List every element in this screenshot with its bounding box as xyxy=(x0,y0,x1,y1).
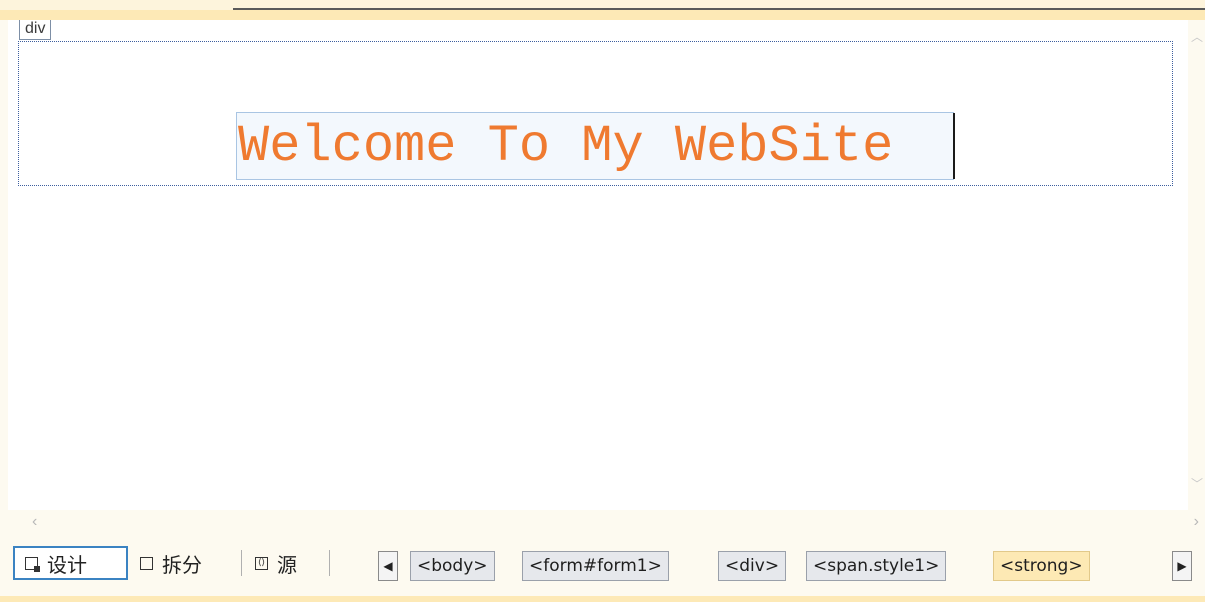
editor-top-band xyxy=(0,10,1205,20)
view-status-bar: 设计 拆分 ⟨⟩ 源 ◀ <body> <form#form1> <div> <… xyxy=(0,534,1205,602)
document-tab-area xyxy=(0,0,233,10)
tab-source-label: 源 xyxy=(277,552,297,577)
breadcrumb-tag-strong[interactable]: <strong> xyxy=(993,551,1090,581)
tab-split[interactable]: 拆分 xyxy=(140,546,202,580)
div-block-tag-label[interactable]: div xyxy=(19,20,52,40)
editor-top-line xyxy=(233,8,1205,10)
tab-source[interactable]: ⟨⟩ 源 xyxy=(255,546,297,580)
tab-split-label: 拆分 xyxy=(162,552,202,577)
tab-divider xyxy=(329,550,330,576)
triangle-left-icon: ◀ xyxy=(383,559,393,573)
editor-top-border xyxy=(0,0,1205,20)
tab-divider xyxy=(241,550,242,576)
tab-design[interactable]: 设计 xyxy=(13,546,128,580)
breadcrumb-tag-span[interactable]: <span.style1> xyxy=(806,551,947,581)
scroll-up-icon[interactable]: ︿ xyxy=(1191,28,1203,45)
horizontal-scrollbar[interactable]: ‹ › xyxy=(8,510,1205,534)
tab-design-label: 设计 xyxy=(47,552,87,577)
breadcrumb-tag-body[interactable]: <body> xyxy=(410,551,495,581)
design-view-icon xyxy=(25,556,40,572)
vertical-scrollbar[interactable]: ︿ ﹀ xyxy=(1188,20,1205,510)
split-view-icon xyxy=(140,556,153,570)
source-view-icon: ⟨⟩ xyxy=(255,556,268,570)
breadcrumb-tag-div[interactable]: <div> xyxy=(718,551,787,581)
breadcrumb-prev-button[interactable]: ◀ xyxy=(378,551,398,581)
scroll-right-icon[interactable]: › xyxy=(1194,513,1199,531)
breadcrumb-tag-form[interactable]: <form#form1> xyxy=(522,551,669,581)
scroll-down-icon[interactable]: ﹀ xyxy=(1191,475,1203,492)
breadcrumb-next-button[interactable]: ▶ xyxy=(1172,551,1192,581)
text-caret xyxy=(953,113,955,179)
scroll-left-icon[interactable]: ‹ xyxy=(32,513,37,531)
welcome-heading-text[interactable]: Welcome To My WebSite xyxy=(238,112,893,180)
triangle-right-icon: ▶ xyxy=(1177,559,1187,573)
